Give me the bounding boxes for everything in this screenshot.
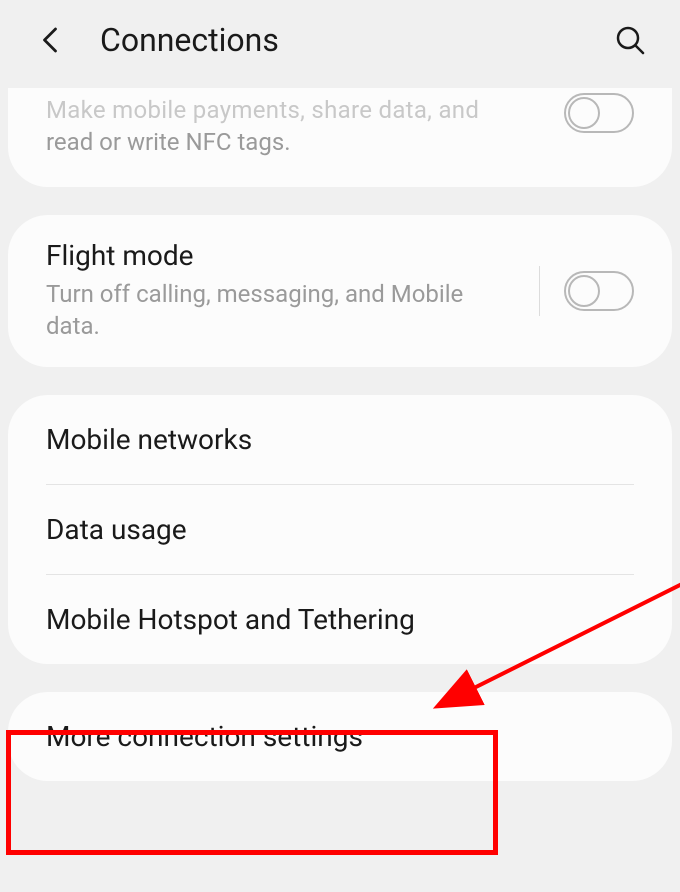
mobile-hotspot-row[interactable]: Mobile Hotspot and Tethering	[8, 575, 672, 664]
flight-mode-title: Flight mode	[46, 239, 521, 272]
network-list-card: Mobile networks Data usage Mobile Hotspo…	[8, 395, 672, 664]
flight-toggle-divider	[539, 266, 540, 316]
page-title: Connections	[100, 21, 610, 59]
data-usage-row[interactable]: Data usage	[8, 485, 672, 574]
nfc-toggle[interactable]	[564, 93, 634, 133]
nfc-content: Make mobile payments, share data, and re…	[46, 94, 546, 159]
flight-mode-card: Flight mode Turn off calling, messaging,…	[8, 215, 672, 367]
search-button[interactable]	[610, 20, 650, 60]
search-icon	[615, 25, 645, 55]
flight-toggle-knob	[568, 275, 600, 307]
settings-content: Make mobile payments, share data, and re…	[0, 88, 680, 781]
more-settings-card: More connection settings	[8, 692, 672, 781]
chevron-left-icon	[39, 24, 61, 56]
flight-mode-subtitle: Turn off calling, messaging, and Mobile …	[46, 278, 521, 343]
back-button[interactable]	[30, 20, 70, 60]
mobile-networks-row[interactable]: Mobile networks	[8, 395, 672, 484]
flight-toggle-wrap	[539, 266, 634, 316]
nfc-card-partial: Make mobile payments, share data, and re…	[8, 88, 672, 187]
header-bar: Connections	[0, 0, 680, 90]
flight-mode-row[interactable]: Flight mode Turn off calling, messaging,…	[8, 215, 672, 367]
nfc-subtitle-line1: Make mobile payments, share data, and	[46, 94, 546, 126]
nfc-toggle-knob	[568, 97, 600, 129]
nfc-row[interactable]: Make mobile payments, share data, and re…	[8, 88, 672, 187]
nfc-toggle-wrap	[564, 119, 634, 133]
nfc-subtitle-line2: read or write NFC tags.	[46, 126, 546, 158]
flight-mode-content: Flight mode Turn off calling, messaging,…	[46, 239, 521, 343]
more-connection-settings-row[interactable]: More connection settings	[8, 692, 672, 781]
flight-mode-toggle[interactable]	[564, 271, 634, 311]
